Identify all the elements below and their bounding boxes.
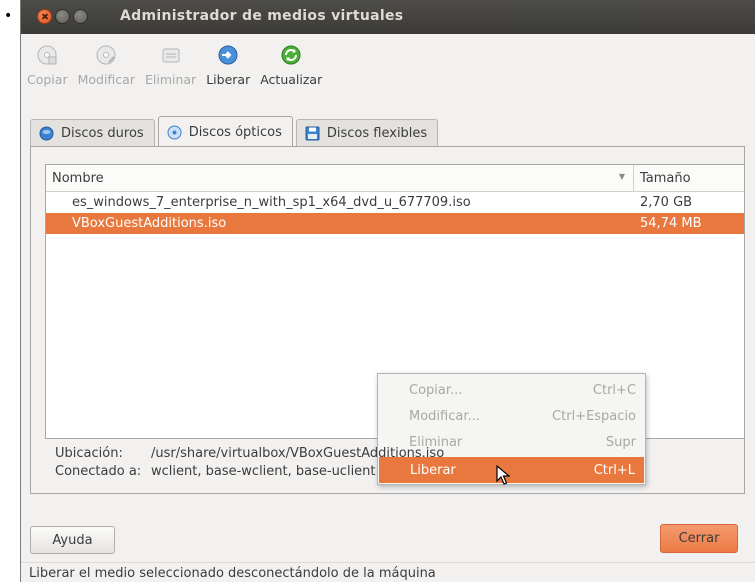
media-tabs: Discos duros Discos ópticos Discos flexi…: [30, 116, 755, 147]
optical-disk-icon: [167, 125, 182, 139]
location-line: Ubicación: /usr/share/virtualbox/VBoxGues…: [45, 445, 745, 463]
media-info: Ubicación: /usr/share/virtualbox/VBoxGues…: [45, 445, 745, 487]
column-header-name[interactable]: Nombre ▼: [46, 165, 634, 191]
remove-button[interactable]: Eliminar: [145, 40, 196, 102]
location-label: Ubicación:: [55, 446, 123, 461]
attached-line: Conectado a: wclient, base-wclient, base-…: [45, 463, 745, 481]
menu-item-label: Copiar...: [409, 382, 463, 398]
column-header-size[interactable]: Tamaño: [634, 165, 744, 191]
tab-panel: Nombre ▼ Tamaño es_windows_7_enterprise_…: [30, 146, 745, 494]
tab-optical-disks[interactable]: Discos ópticos: [157, 116, 293, 147]
refresh-button[interactable]: Actualizar: [260, 40, 322, 102]
copy-button[interactable]: Copiar: [27, 40, 68, 102]
row-size: 54,74 MB: [640, 216, 702, 231]
attached-value: wclient, base-wclient, base-uclient: [151, 464, 376, 479]
status-bar: Liberar el medio seleccionado desconectá…: [29, 566, 436, 581]
table-row[interactable]: es_windows_7_enterprise_n_with_sp1_x64_d…: [46, 192, 744, 213]
release-disc-icon: [218, 45, 238, 65]
column-name-label: Nombre: [52, 170, 104, 186]
modify-button-label: Modificar: [77, 72, 135, 87]
floppy-disk-icon: [305, 126, 320, 141]
remove-disc-icon: [162, 48, 180, 63]
window-maximize-button[interactable]: [73, 9, 88, 24]
hard-disk-icon: [39, 126, 54, 141]
tab-optical-disks-label: Discos ópticos: [188, 124, 282, 140]
remove-button-label: Eliminar: [144, 72, 197, 87]
menu-item-shortcut: Ctrl+Espacio: [552, 408, 636, 424]
virtual-media-manager-window: Administrador de medios virtuales Copiar…: [20, 0, 755, 582]
attached-label: Conectado a:: [55, 464, 142, 479]
help-button[interactable]: Ayuda: [30, 526, 115, 554]
column-size-label: Tamaño: [640, 170, 691, 186]
table-header: Nombre ▼ Tamaño: [46, 165, 744, 192]
release-button-label: Liberar: [206, 72, 251, 87]
row-size: 2,70 GB: [640, 195, 693, 210]
tab-floppy-disks[interactable]: Discos flexibles: [295, 119, 439, 147]
toolbar: Copiar Modificar Eliminar Liberar Actual…: [27, 40, 332, 102]
copy-button-label: Copiar: [27, 72, 68, 87]
sort-arrow-icon: ▼: [618, 172, 625, 181]
status-separator: [21, 562, 755, 563]
list-bullet: •: [4, 8, 13, 24]
window-close-button[interactable]: [37, 9, 52, 24]
row-name: VBoxGuestAdditions.iso: [72, 216, 227, 231]
copy-disc-icon: [37, 45, 57, 65]
menu-item-shortcut: Ctrl+C: [592, 382, 636, 398]
menu-item-label: Modificar...: [409, 408, 480, 424]
modify-disc-icon: [96, 45, 116, 65]
refresh-button-label: Actualizar: [260, 72, 323, 87]
close-button[interactable]: Cerrar: [660, 524, 738, 553]
tab-hard-disks[interactable]: Discos duros: [30, 119, 155, 147]
location-value: /usr/share/virtualbox/VBoxGuestAdditions…: [151, 446, 445, 461]
row-name: es_windows_7_enterprise_n_with_sp1_x64_d…: [72, 195, 471, 210]
table-row-selected[interactable]: VBoxGuestAdditions.iso 54,74 MB: [46, 213, 744, 234]
refresh-icon: [281, 45, 301, 65]
release-button[interactable]: Liberar: [206, 40, 250, 102]
tab-hard-disks-label: Discos duros: [61, 126, 144, 141]
context-menu-item-copy[interactable]: Copiar... Ctrl+C: [378, 377, 645, 403]
context-menu-item-modify[interactable]: Modificar... Ctrl+Espacio: [378, 403, 645, 429]
tab-floppy-disks-label: Discos flexibles: [326, 126, 428, 141]
window-title: Administrador de medios virtuales: [120, 8, 404, 24]
window-minimize-button[interactable]: [55, 9, 70, 24]
modify-button[interactable]: Modificar: [78, 40, 135, 102]
title-bar: Administrador de medios virtuales: [21, 0, 755, 34]
